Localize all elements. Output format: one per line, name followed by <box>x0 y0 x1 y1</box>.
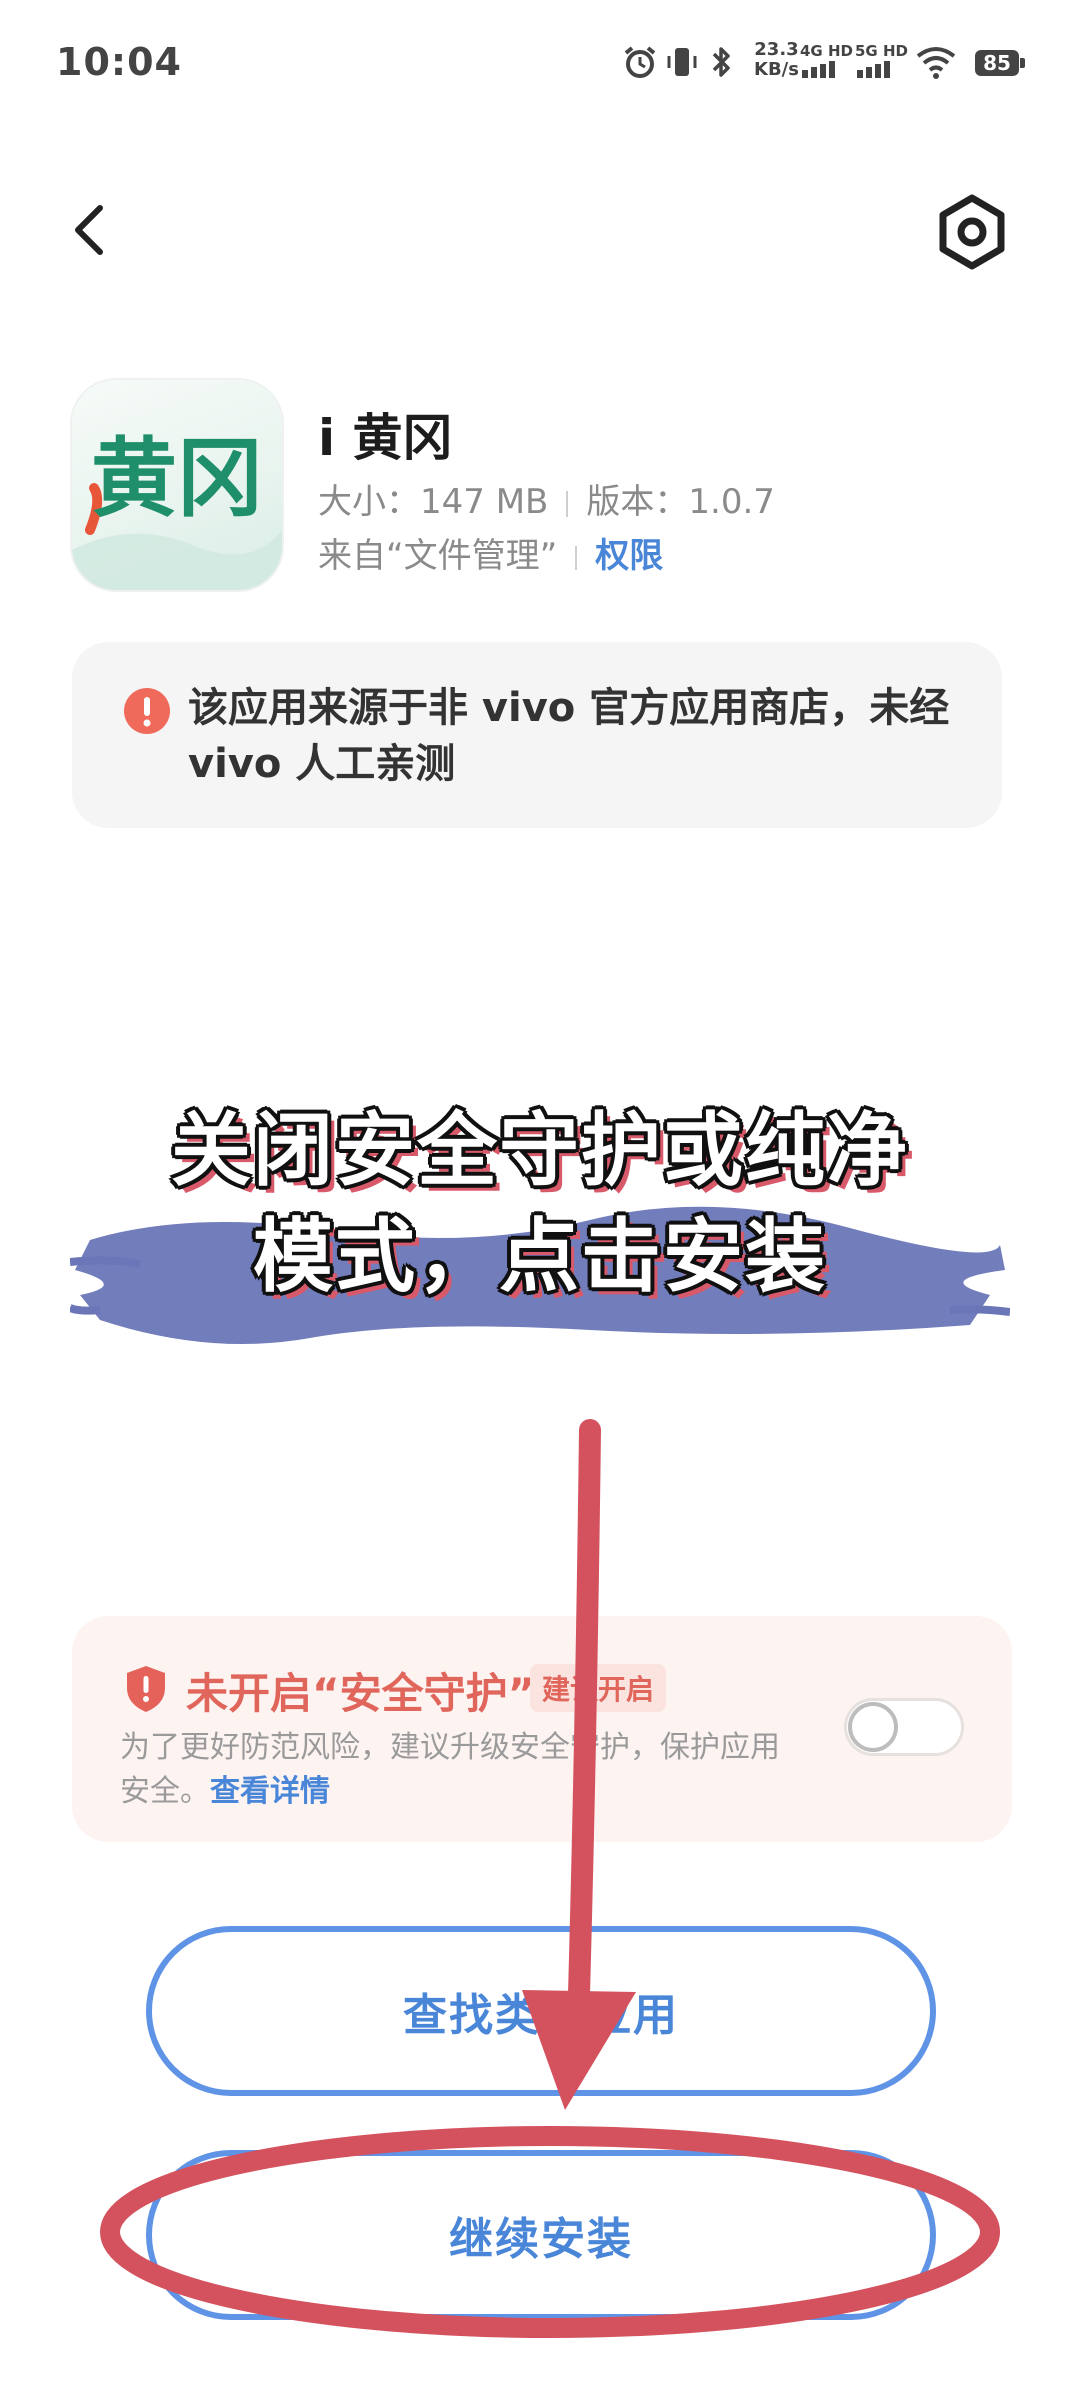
gear-icon <box>939 194 1005 270</box>
settings-button[interactable] <box>930 190 1014 274</box>
network-speed: 23.3 KB/s <box>754 40 799 80</box>
bluetooth-icon <box>712 47 730 77</box>
divider <box>575 545 578 570</box>
app-size: 大小：147 MB <box>318 482 549 522</box>
wifi-icon <box>916 47 956 79</box>
battery-tip <box>1020 58 1025 68</box>
network-4g-label: 4G HD <box>800 42 853 60</box>
network-4g: 4G HD <box>800 42 853 82</box>
signal-icon <box>802 61 835 78</box>
chevron-left-icon <box>75 205 103 255</box>
exclamation-icon <box>124 688 170 734</box>
caption-line-2: 模式，点击安装 <box>253 1210 827 1303</box>
speed-unit: KB/s <box>754 59 799 80</box>
recommend-badge: 建议开启 <box>530 1664 667 1712</box>
find-similar-apps-button[interactable]: 查找类似应用 <box>146 1926 936 2096</box>
app-logo-text: 黄冈 <box>91 428 263 529</box>
divider <box>566 490 569 517</box>
speed-value: 23.3 <box>754 39 799 60</box>
status-time: 10:04 <box>56 40 182 84</box>
battery-indicator: 85 <box>975 50 1019 76</box>
network-5g: 5G HD <box>855 42 908 82</box>
app-icon: 黄冈 <box>72 380 282 590</box>
permissions-link[interactable]: 权限 <box>595 536 663 576</box>
toggle-knob[interactable] <box>848 1702 898 1752</box>
gear-icon-center <box>957 217 987 247</box>
app-meta: 大小：147 MB 版本：1.0.7 <box>318 474 775 523</box>
security-guard-title: 未开启“安全守护” <box>186 1669 536 1718</box>
signal-icon <box>857 61 890 78</box>
back-button[interactable] <box>60 198 124 262</box>
continue-install-button[interactable]: 继续安装 <box>146 2150 936 2320</box>
caption-line-1: 关闭安全守护或纯净 <box>171 1104 909 1197</box>
network-5g-label: 5G HD <box>855 42 908 60</box>
view-details-link[interactable]: 查看详情 <box>210 1774 330 1809</box>
app-name: i 黄冈 <box>318 409 453 467</box>
tutorial-caption: 关闭安全守护或纯净 模式，点击安装 <box>60 1098 1020 1310</box>
vibrate-icon <box>667 48 697 76</box>
app-logo-icon: 黄冈 <box>72 428 282 590</box>
source-warning-text: 该应用来源于非 vivo 官方应用商店，未经 vivo 人工亲测 <box>188 685 950 787</box>
app-source-label: 来自“文件管理” <box>318 536 558 576</box>
alarm-icon <box>624 46 656 78</box>
app-source: 来自“文件管理” 权限 <box>318 528 663 577</box>
security-guard-description: 为了更好防范风险，建议升级安全守护，保护应用安全。查看详情 <box>120 1726 780 1814</box>
app-version: 版本：1.0.7 <box>586 482 775 522</box>
shield-icon <box>127 1666 165 1712</box>
status-bar: 10:04 23.3 KB/s 4G HD 5G HD 85 <box>0 0 1080 120</box>
